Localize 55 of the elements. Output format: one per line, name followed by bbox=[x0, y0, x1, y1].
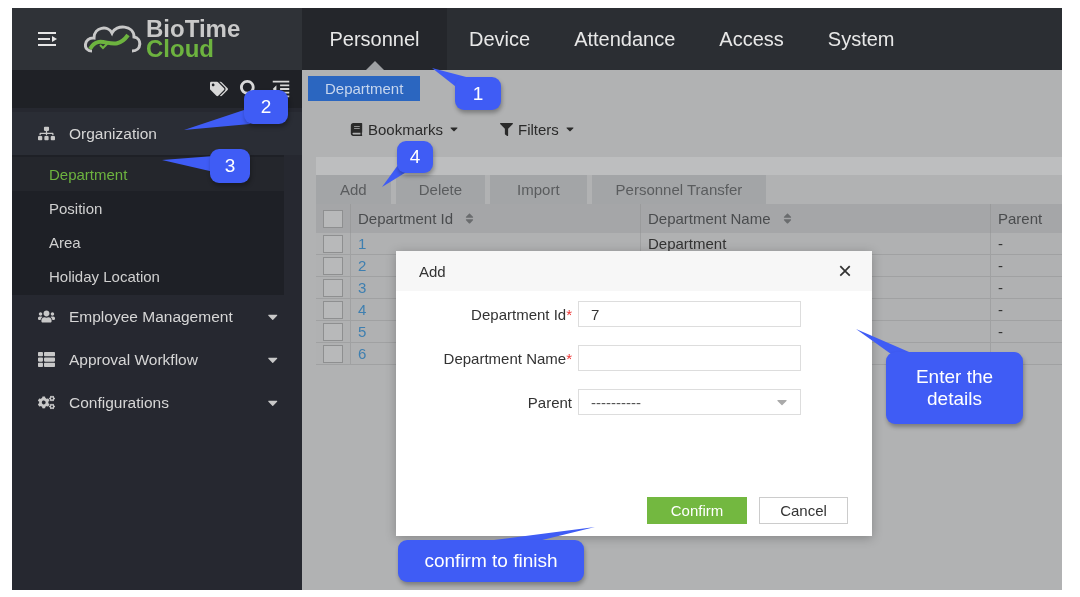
checkbox[interactable] bbox=[323, 234, 343, 253]
sidebar-group[interactable]: Employee Management bbox=[12, 295, 302, 338]
nav-tab[interactable]: Access bbox=[697, 8, 806, 70]
nav-tab[interactable]: System bbox=[805, 8, 917, 70]
field-label: Parent bbox=[526, 393, 572, 411]
checkbox[interactable] bbox=[323, 278, 343, 297]
table-cell: - bbox=[990, 277, 1062, 299]
logo-subtitle: Cloud bbox=[146, 39, 214, 59]
callout-bubble: 1 bbox=[455, 77, 501, 110]
table-cell: - bbox=[990, 321, 1062, 343]
sidebar-item[interactable]: Holiday Location bbox=[12, 259, 284, 293]
users-icon bbox=[38, 308, 55, 325]
gears-icon bbox=[38, 394, 55, 411]
filter-dropdown[interactable]: Bookmarks bbox=[350, 119, 461, 139]
book-icon bbox=[350, 122, 363, 136]
menu-icon[interactable] bbox=[38, 31, 58, 47]
input-field[interactable] bbox=[578, 345, 801, 371]
table-cell: - bbox=[990, 299, 1062, 321]
callout-bubble: Enter the details bbox=[886, 352, 1023, 424]
filter-icon bbox=[500, 122, 514, 136]
table-cell: - bbox=[990, 233, 1062, 255]
nav-tab[interactable]: Personnel bbox=[302, 8, 447, 70]
nav-tab[interactable]: Device bbox=[447, 8, 553, 70]
checkbox[interactable] bbox=[323, 256, 343, 275]
close-button[interactable]: × bbox=[838, 259, 852, 283]
column-header[interactable]: Parent bbox=[990, 204, 1062, 233]
checkbox[interactable] bbox=[323, 344, 343, 363]
sidebar-group[interactable]: Organization bbox=[12, 112, 302, 155]
callout-pointer bbox=[184, 110, 250, 130]
callout-bubble: 4 bbox=[397, 141, 433, 173]
column-header[interactable]: Department Id bbox=[350, 204, 640, 233]
filter-dropdown[interactable]: Filters bbox=[500, 119, 576, 139]
column-header[interactable]: Department Name bbox=[640, 204, 990, 233]
nav-tab[interactable]: Attendance bbox=[552, 8, 698, 70]
parent-select[interactable]: ---------- bbox=[578, 389, 801, 415]
input-field[interactable]: 7 bbox=[578, 301, 801, 327]
sidebar-item[interactable]: Area bbox=[12, 225, 284, 259]
logo-title: BioTime bbox=[146, 19, 241, 39]
cancel-button[interactable]: Cancel bbox=[759, 497, 848, 524]
callout-bubble: 3 bbox=[210, 149, 250, 183]
list-icon bbox=[38, 351, 55, 368]
sitemap-icon bbox=[38, 125, 55, 142]
checkbox[interactable] bbox=[323, 209, 343, 228]
sidebar-item[interactable]: Position bbox=[12, 191, 284, 225]
callout-bubble: 2 bbox=[244, 90, 288, 124]
page-tab[interactable]: Department bbox=[308, 76, 421, 101]
field-label: Department Name* bbox=[442, 349, 572, 367]
sidebar-group[interactable]: Approval Workflow bbox=[12, 338, 302, 381]
field-label: Department Id* bbox=[470, 305, 572, 323]
checkbox[interactable] bbox=[323, 322, 343, 341]
dialog-title: Add bbox=[419, 262, 446, 280]
tags-icon[interactable] bbox=[210, 80, 228, 98]
sidebar-group[interactable]: Configurations bbox=[12, 381, 302, 424]
checkbox[interactable] bbox=[323, 300, 343, 319]
table-cell: - bbox=[990, 255, 1062, 277]
